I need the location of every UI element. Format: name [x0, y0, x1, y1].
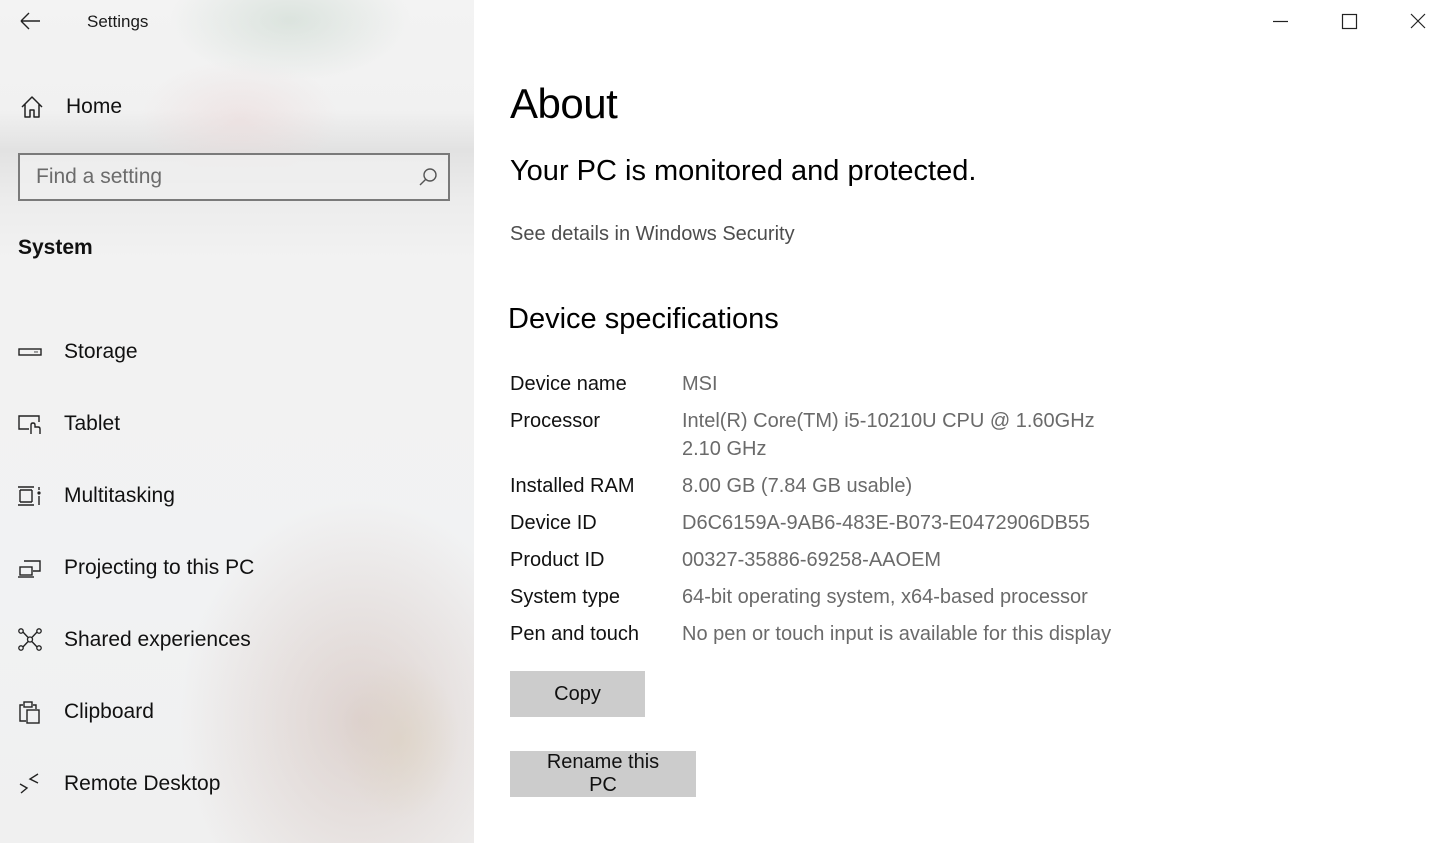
- sidebar-item-label: Remote Desktop: [64, 772, 221, 795]
- sidebar-item-tablet[interactable]: Tablet: [16, 404, 456, 444]
- spec-value: No pen or touch input is available for t…: [682, 623, 1112, 645]
- sidebar-item-home[interactable]: Home: [16, 88, 456, 124]
- device-specifications-table: Device name MSI Processor Intel(R) Core(…: [510, 370, 1150, 657]
- app-title: Settings: [87, 12, 149, 31]
- sidebar-item-label: Tablet: [64, 412, 121, 435]
- tablet-icon: [18, 415, 41, 434]
- spec-value: 8.00 GB (7.84 GB usable): [682, 475, 913, 497]
- rename-pc-button[interactable]: Rename this PC: [510, 751, 696, 797]
- device-specifications-heading: Device specifications: [508, 303, 779, 335]
- spec-row-processor: Processor Intel(R) Core(TM) i5-10210U CP…: [510, 407, 1150, 463]
- spec-key: Pen and touch: [510, 623, 639, 645]
- search-icon: [419, 168, 437, 186]
- spec-row-installed-ram: Installed RAM 8.00 GB (7.84 GB usable): [510, 472, 1150, 500]
- spec-key: Device ID: [510, 512, 597, 534]
- spec-key: Installed RAM: [510, 475, 635, 497]
- spec-value: 64-bit operating system, x64-based proce…: [682, 586, 1088, 608]
- search-box: [18, 153, 450, 201]
- spec-row-pen-and-touch: Pen and touch No pen or touch input is a…: [510, 620, 1150, 648]
- sidebar-item-label: Shared experiences: [64, 628, 251, 651]
- spec-value: D6C6159A-9AB6-483E-B073-E0472906DB55: [682, 512, 1091, 534]
- close-button[interactable]: [1369, 0, 1437, 42]
- minimize-button[interactable]: [1246, 0, 1314, 42]
- spec-row-device-name: Device name MSI: [510, 370, 1150, 398]
- storage-icon: [18, 348, 42, 356]
- spec-key: Device name: [510, 373, 627, 395]
- remote-desktop-icon: [19, 773, 39, 794]
- projecting-icon: [18, 560, 41, 578]
- clipboard-icon: [19, 701, 40, 724]
- minimize-icon: [1273, 20, 1288, 23]
- spec-key: System type: [510, 586, 621, 608]
- spec-row-device-id: Device ID D6C6159A-9AB6-483E-B073-E04729…: [510, 509, 1150, 537]
- home-icon: [21, 96, 43, 118]
- sidebar: Settings Home System Storage Tablet: [0, 0, 474, 843]
- sidebar-item-projecting[interactable]: Projecting to this PC: [16, 548, 456, 588]
- sidebar-item-remote-desktop[interactable]: Remote Desktop: [16, 764, 456, 804]
- back-button[interactable]: [16, 8, 46, 36]
- sidebar-item-label: Multitasking: [64, 484, 175, 507]
- sidebar-item-label: Storage: [64, 340, 138, 363]
- spec-row-system-type: System type 64-bit operating system, x64…: [510, 583, 1150, 611]
- sidebar-item-label: Projecting to this PC: [64, 556, 255, 579]
- close-icon: [1410, 13, 1426, 29]
- sidebar-item-label: Clipboard: [64, 700, 154, 723]
- search-input[interactable]: [20, 155, 410, 199]
- sidebar-item-multitasking[interactable]: Multitasking: [16, 476, 456, 516]
- security-status-heading: Your PC is monitored and protected.: [510, 155, 977, 187]
- shared-experiences-icon: [18, 628, 42, 651]
- spec-key: Product ID: [510, 549, 605, 571]
- section-label-system: System: [18, 236, 93, 259]
- windows-security-link[interactable]: See details in Windows Security: [510, 223, 795, 246]
- spec-row-product-id: Product ID 00327-35886-69258-AAOEM: [510, 546, 1150, 574]
- sidebar-item-clipboard[interactable]: Clipboard: [16, 692, 456, 732]
- multitasking-icon: [18, 486, 41, 506]
- search-button[interactable]: [416, 165, 440, 189]
- spec-value: Intel(R) Core(TM) i5-10210U CPU @ 1.60GH…: [682, 410, 1112, 460]
- spec-value: MSI: [682, 373, 718, 395]
- sidebar-item-shared-experiences[interactable]: Shared experiences: [16, 620, 456, 660]
- page-title: About: [510, 80, 618, 127]
- back-arrow-icon: [20, 12, 40, 30]
- copy-button[interactable]: Copy: [510, 671, 645, 717]
- sidebar-item-storage[interactable]: Storage: [16, 332, 456, 372]
- spec-value: 00327-35886-69258-AAOEM: [682, 549, 942, 571]
- spec-key: Processor: [510, 410, 601, 432]
- home-label: Home: [66, 95, 123, 118]
